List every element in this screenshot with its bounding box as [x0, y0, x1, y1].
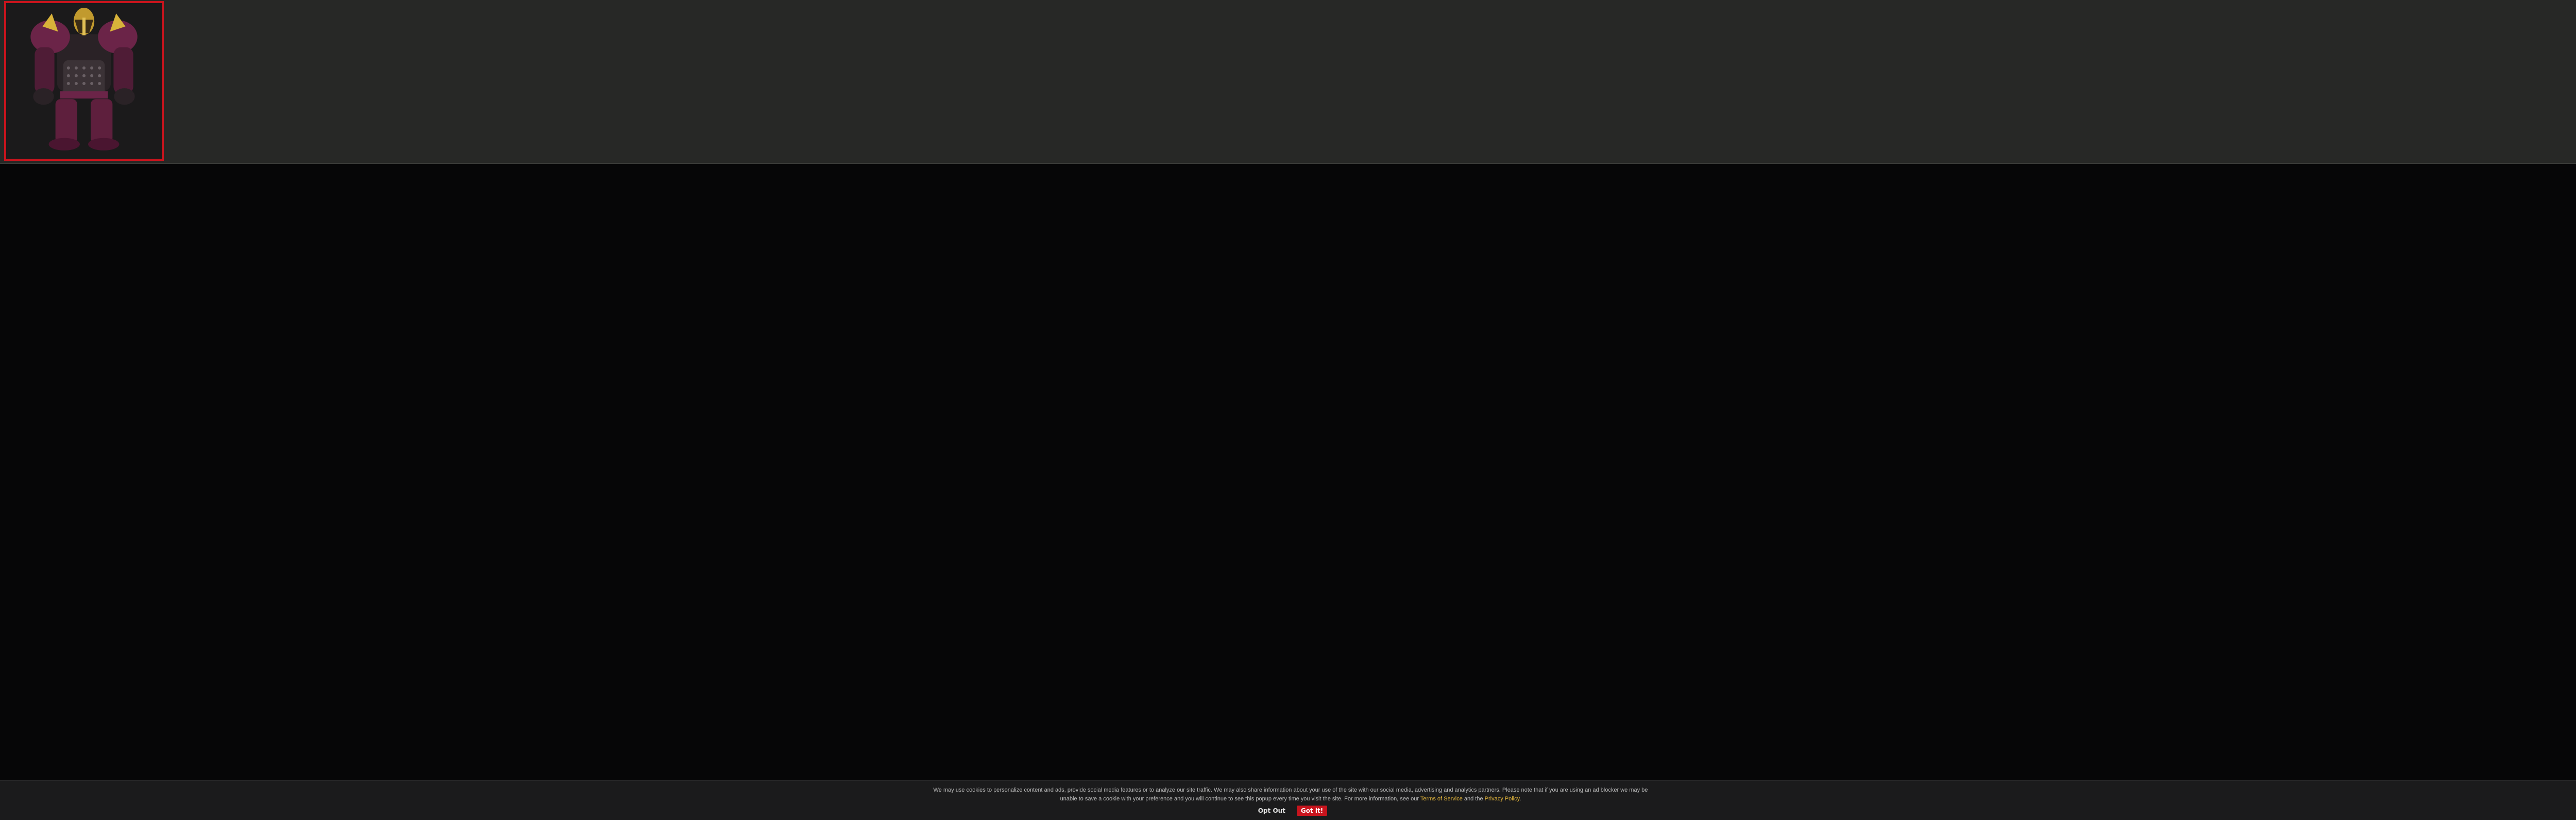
model-viewer-strip — [0, 0, 2576, 164]
model-thumbnail[interactable] — [4, 1, 164, 161]
cookie-text-period: . — [1519, 796, 1521, 802]
armor-figure-image — [6, 3, 162, 159]
cookie-consent-text: We may use cookies to personalize conten… — [930, 786, 1651, 804]
privacy-policy-link[interactable]: Privacy Policy — [1485, 796, 1520, 802]
cookie-text-body: We may use cookies to personalize conten… — [933, 787, 1648, 802]
main-content-area — [0, 164, 2576, 780]
opt-out-button[interactable]: Opt Out — [1254, 806, 1290, 816]
cookie-buttons: Opt Out Got it! — [0, 806, 2576, 816]
cookie-text-and: and the — [1464, 796, 1483, 802]
terms-of-service-link[interactable]: Terms of Service — [1420, 796, 1463, 802]
got-it-button[interactable]: Got it! — [1296, 806, 1328, 816]
cookie-consent-banner: We may use cookies to personalize conten… — [0, 780, 2576, 820]
